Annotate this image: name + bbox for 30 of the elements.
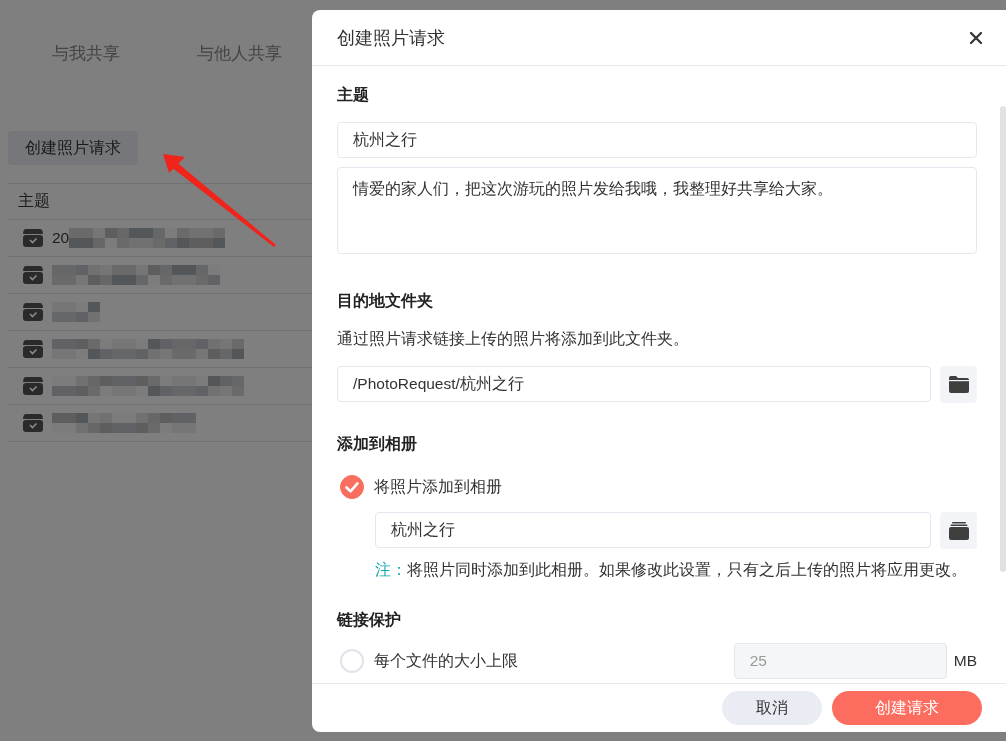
inbox-check-icon [23,266,43,284]
scrollbar-thumb[interactable] [1000,106,1006,572]
close-icon[interactable] [970,31,982,44]
inbox-check-icon [23,414,43,432]
section-heading: 目的地文件夹 [337,291,434,311]
album-stack-icon [948,521,969,540]
folder-path-input[interactable]: /PhotoRequest/杭州之行 [337,366,931,402]
title-input[interactable]: 杭州之行 [337,122,977,158]
browse-folder-button[interactable] [940,366,977,403]
folder-icon [948,376,969,393]
browse-album-button[interactable] [940,512,977,549]
section-heading: 主题 [337,85,370,105]
inbox-check-icon [23,340,43,358]
section-heading: 添加到相册 [337,434,418,454]
album-note: 注：将照片同时添加到此相册。如果修改此设置，只有之后上传的照片将应用更改。 [374,560,968,580]
album-name-input[interactable]: 杭州之行 [375,512,931,548]
cancel-button[interactable]: 取消 [722,691,822,725]
checkbox-label[interactable]: 将照片添加到相册 [374,476,502,498]
checkbox[interactable] [340,475,364,499]
message-textarea[interactable]: 情爱的家人们，把这次游玩的照片发给我哦，我整理好共享给大家。 [337,167,977,254]
section-heading: 链接保护 [337,610,402,630]
create-request-button[interactable]: 创建照片请求 [8,131,138,165]
column-header: 主题 [18,191,50,211]
dialog-title: 创建照片请求 [337,26,445,50]
unit-label: MB [953,652,977,670]
inbox-check-icon [23,377,43,395]
section-description: 通过照片请求链接上传的照片将添加到此文件夹。 [337,329,690,349]
inbox-check-icon [23,229,43,247]
row-title: 20 [52,229,70,247]
inbox-check-icon [23,303,43,321]
